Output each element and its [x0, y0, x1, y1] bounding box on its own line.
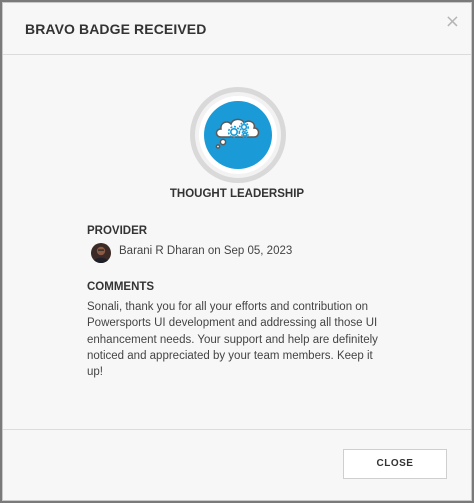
close-icon[interactable]: × [445, 13, 460, 31]
footer-divider [3, 429, 471, 430]
provider-avatar [91, 243, 111, 263]
dialog-title: BRAVO BADGE RECEIVED [25, 21, 207, 37]
provider-label: PROVIDER [87, 225, 148, 237]
comments-label: COMMENTS [87, 281, 155, 293]
badge-dialog: BRAVO BADGE RECEIVED × THOUGHT LEADERSHI… [2, 2, 472, 501]
badge-name: THOUGHT LEADERSHIP [169, 188, 305, 200]
close-button[interactable]: CLOSE [343, 449, 447, 479]
thought-bubble-gears-icon [188, 85, 288, 185]
comment-text: Sonali, thank you for all your efforts a… [87, 301, 378, 379]
provider-text: Barani R Dharan on Sep 05, 2023 [119, 245, 293, 257]
dialog-header: BRAVO BADGE RECEIVED × [3, 3, 471, 55]
